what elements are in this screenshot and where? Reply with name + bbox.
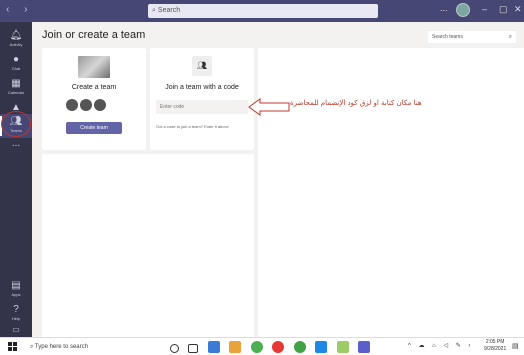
maximize-icon[interactable]: ▢ (499, 4, 508, 15)
chrome-icon[interactable] (272, 341, 285, 353)
more-options-icon[interactable]: ... (440, 3, 448, 13)
browser-icon[interactable] (250, 341, 263, 353)
mail-icon[interactable] (315, 341, 328, 353)
nav-arrows[interactable]: ‹ › (6, 4, 33, 15)
notifications-icon[interactable]: ▤ (512, 342, 519, 350)
taskbar-search-placeholder: Type here to search (34, 344, 88, 350)
page-title: Join or create a team (42, 29, 146, 41)
windows-start-icon[interactable] (8, 342, 18, 352)
rail-label: Calendar (7, 90, 25, 95)
close-icon[interactable]: ✕ (514, 4, 522, 15)
cortana-icon[interactable] (170, 344, 179, 353)
windows-taskbar: ⌕ Type here to search ^ ☁ ⌂ ◁ ✎ ‹ 2:05 P… (0, 337, 524, 355)
create-team-button-label: Create team (80, 125, 108, 131)
team-code-input[interactable] (156, 100, 248, 114)
join-team-icon: 👥︎ (192, 56, 212, 76)
title-bar: ‹ › ⌕ Search ... – ▢ ✕ (0, 0, 524, 22)
app-icon[interactable] (293, 341, 306, 353)
rail-label: Chat (11, 66, 21, 71)
rail-item-activity[interactable]: 🔔︎ Activity (0, 28, 32, 52)
clock[interactable]: 2:05 PM 9/28/2021 (484, 339, 506, 353)
rail-item-help[interactable]: ? Help (0, 302, 32, 326)
taskbar-search-input[interactable]: ⌕ Type here to search (26, 340, 138, 354)
app-icon[interactable] (207, 341, 220, 353)
create-team-image (78, 56, 110, 78)
taskbar-apps (170, 340, 375, 355)
main-area: Join or create a team Search teams ⌕ Cre… (32, 22, 524, 337)
create-team-title: Create a team (71, 84, 117, 91)
rail-label: Help (11, 316, 21, 321)
rail-item-apps[interactable]: ▤ Apps (0, 278, 32, 302)
global-search-input[interactable]: ⌕ Search (148, 4, 378, 18)
rail-item-calendar[interactable]: ▦ Calendar (0, 76, 32, 100)
member-avatars (66, 98, 108, 116)
system-tray[interactable]: ^ ☁ ⌂ ◁ ✎ ‹ (408, 342, 473, 349)
chat-icon: ● (12, 54, 20, 65)
apps-icon: ▤ (11, 280, 21, 291)
search-teams-placeholder: Search teams (432, 34, 463, 40)
more-icon: ... (11, 138, 21, 149)
rail-item-chat[interactable]: ● Chat (0, 52, 32, 76)
annotation-text: هنا مكان كتابة او لزق كود الإنضمام للمحا… (290, 99, 422, 107)
folder-icon[interactable] (229, 341, 242, 353)
app-rail: 🔔︎ Activity ● Chat ▦ Calendar ▲ Assignme… (0, 22, 32, 337)
code-pointer-arrow (248, 98, 290, 116)
search-teams-input[interactable]: Search teams ⌕ (428, 31, 516, 43)
task-view-icon[interactable] (188, 344, 199, 353)
join-team-card: 👥︎ Join a team with a code Got a code to… (150, 48, 254, 150)
rail-label: Apps (11, 292, 21, 297)
calendar-icon: ▦ (11, 78, 21, 89)
app-icon[interactable] (336, 341, 349, 353)
create-team-button[interactable]: Create team (66, 122, 122, 134)
teams-list-area (42, 154, 254, 337)
clock-time: 2:05 PM (485, 339, 505, 345)
bell-icon: 🔔︎ (9, 30, 23, 41)
clock-date: 9/28/2021 (484, 346, 507, 352)
join-team-hint: Got a code to join a team? Enter it abov… (156, 124, 229, 129)
teams-highlight-circle (1, 111, 31, 137)
right-panel (258, 48, 524, 337)
teams-taskbar-icon[interactable] (358, 341, 371, 353)
help-icon: ? (13, 304, 19, 315)
join-team-title: Join a team with a code (165, 84, 239, 91)
rail-item-more[interactable]: ... (0, 136, 32, 160)
global-search-placeholder: Search (157, 7, 181, 14)
search-icon: ⌕ (152, 7, 156, 14)
search-icon: ⌕ (508, 34, 512, 40)
rail-label: Activity (9, 42, 23, 47)
device-icon[interactable]: ▭ (0, 324, 32, 336)
avatar[interactable] (456, 3, 470, 17)
minimize-icon[interactable]: – (482, 4, 487, 14)
create-team-card[interactable]: Create a team Create team (42, 48, 146, 150)
